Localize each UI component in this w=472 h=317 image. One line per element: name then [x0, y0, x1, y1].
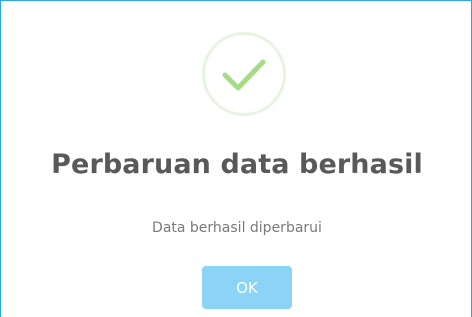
ok-button[interactable]: OK	[202, 266, 292, 309]
dialog-message: Data berhasil diperbarui	[152, 220, 322, 236]
check-icon	[222, 59, 266, 91]
success-icon	[202, 32, 286, 116]
dialog-title: Perbaruan data berhasil	[51, 149, 423, 180]
success-dialog: Perbaruan data berhasil Data berhasil di…	[0, 0, 472, 317]
